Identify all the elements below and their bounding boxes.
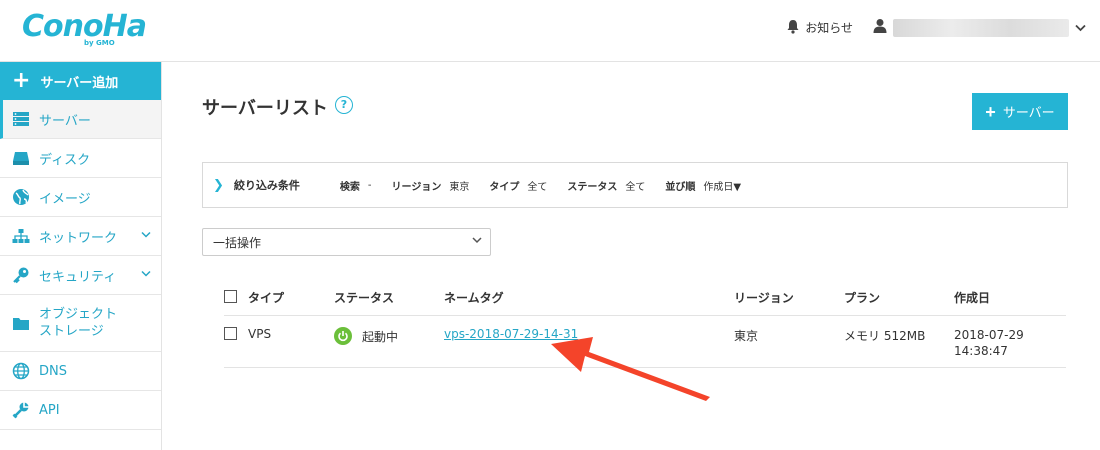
row-type: VPS [248, 327, 272, 341]
power-icon[interactable] [334, 327, 352, 345]
chevron-down-icon [472, 234, 482, 247]
filter-type-value: 全て [527, 181, 548, 193]
sidebar-add-label: サーバー追加 [40, 75, 119, 91]
sidebar: + サーバー追加 サーバー ディスク イメージ ネットワーク セキュリティ オブ… [0, 62, 162, 450]
row-status: 起動中 [334, 327, 444, 345]
sidebar-item-label: ネットワーク [39, 230, 118, 246]
api-wrench-icon [12, 401, 30, 419]
select-all-checkbox[interactable] [224, 289, 237, 303]
header-status[interactable]: ステータス [334, 289, 444, 306]
plus-icon: + [985, 101, 996, 122]
sidebar-item-label: セキュリティ [39, 269, 117, 285]
add-server-button[interactable]: + サーバー [972, 93, 1068, 130]
sidebar-item-server[interactable]: サーバー [0, 100, 161, 139]
filter-region-key: リージョン [391, 181, 442, 193]
user-menu[interactable] [873, 18, 1086, 37]
header-region[interactable]: リージョン [734, 289, 844, 306]
row-region: 東京 [734, 329, 759, 343]
filter-status-key: ステータス [567, 181, 618, 193]
filter-panel[interactable]: ❯ 絞り込み条件 検索 - リージョン 東京 タイプ 全て ステータス 全て 並… [202, 162, 1068, 208]
user-name-redacted [893, 18, 1069, 37]
chevron-down-icon[interactable] [1075, 21, 1086, 35]
folder-icon [12, 314, 30, 332]
server-nametag-link[interactable]: vps-2018-07-29-14-31 [444, 327, 578, 341]
logo-sub: by GMO [84, 39, 115, 47]
sidebar-item-label: イメージ [39, 191, 91, 207]
row-created-date: 2018-07-29 [954, 328, 1024, 342]
top-header: ConoHa by GMO お知らせ [0, 0, 1100, 62]
sidebar-item-image[interactable]: イメージ [0, 178, 161, 217]
server-icon [12, 110, 30, 128]
server-table: タイプ ステータス ネームタグ リージョン プラン 作成日 VPS 起動中 vp… [224, 280, 1066, 368]
row-nametag-cell: vps-2018-07-29-14-31 [444, 327, 734, 341]
header-checkbox-cell [224, 289, 248, 306]
sidebar-item-disk[interactable]: ディスク [0, 139, 161, 178]
table-header: タイプ ステータス ネームタグ リージョン プラン 作成日 [224, 280, 1066, 316]
bulk-action-select[interactable]: 一括操作 [202, 228, 491, 256]
row-created: 2018-07-29 14:38:47 [954, 327, 1066, 359]
bulk-action-label: 一括操作 [213, 235, 262, 250]
filter-sort-value: 作成日▼ [703, 181, 742, 193]
disk-icon [12, 149, 30, 167]
add-server-label: サーバー [1002, 105, 1055, 120]
bell-icon [786, 19, 800, 37]
sidebar-item-label: DNS [39, 363, 67, 379]
filter-search-value: - [367, 179, 372, 191]
sidebar-item-api[interactable]: API [0, 391, 161, 430]
globe-image-icon [12, 188, 30, 206]
header-type[interactable]: タイプ [248, 289, 334, 306]
header-plan[interactable]: プラン [844, 289, 954, 306]
dns-globe-icon [12, 362, 30, 380]
row-checkbox[interactable] [224, 327, 237, 340]
sidebar-item-label: サーバー [39, 113, 91, 129]
chevron-down-icon[interactable] [141, 231, 151, 242]
filter-search-key: 検索 [339, 181, 360, 193]
row-created-time: 14:38:47 [954, 344, 1008, 358]
key-icon [12, 266, 30, 284]
header-created[interactable]: 作成日 [954, 290, 1066, 306]
chevron-down-icon[interactable] [141, 270, 151, 281]
row-plan: メモリ 512MB [844, 329, 926, 343]
filter-type-key: タイプ [489, 181, 520, 193]
filter-title: 絞り込み条件 [233, 179, 300, 192]
table-row: VPS 起動中 vps-2018-07-29-14-31 東京 メモリ 512M… [224, 316, 1066, 368]
header-nametag[interactable]: ネームタグ [444, 289, 734, 306]
sidebar-item-security[interactable]: セキュリティ [0, 256, 161, 295]
row-status-label: 起動中 [362, 329, 399, 344]
sidebar-add-server-button[interactable]: + サーバー追加 [0, 62, 161, 100]
user-icon [873, 18, 887, 37]
sidebar-item-network[interactable]: ネットワーク [0, 217, 161, 256]
header-right: お知らせ [786, 18, 1086, 37]
sidebar-item-label: ディスク [39, 152, 91, 168]
plus-icon: + [12, 68, 31, 93]
filter-sort-key: 並び順 [665, 181, 696, 193]
network-icon [12, 227, 30, 245]
conoha-logo[interactable]: ConoHa by GMO [22, 9, 147, 53]
filter-region-value: 東京 [449, 181, 470, 193]
sidebar-item-label-line2: ストレージ [39, 324, 104, 339]
main-content: サーバーリスト ? + サーバー ❯ 絞り込み条件 検索 - リージョン 東京 … [162, 62, 1100, 450]
filter-status-value: 全て [625, 181, 646, 193]
sidebar-item-object-storage[interactable]: オブジェクト ストレージ [0, 295, 161, 352]
chevron-right-icon[interactable]: ❯ [213, 178, 224, 193]
page-title: サーバーリスト [202, 98, 328, 119]
notice-label: お知らせ [805, 21, 853, 35]
sidebar-item-label: API [39, 402, 60, 418]
sidebar-item-dns[interactable]: DNS [0, 352, 161, 391]
row-checkbox-cell [224, 327, 248, 343]
sidebar-item-label: オブジェクト [39, 307, 118, 322]
notice-link[interactable]: お知らせ [786, 19, 853, 37]
sidebar-item-label-block: オブジェクト ストレージ [39, 306, 117, 340]
help-icon[interactable]: ? [335, 96, 353, 114]
